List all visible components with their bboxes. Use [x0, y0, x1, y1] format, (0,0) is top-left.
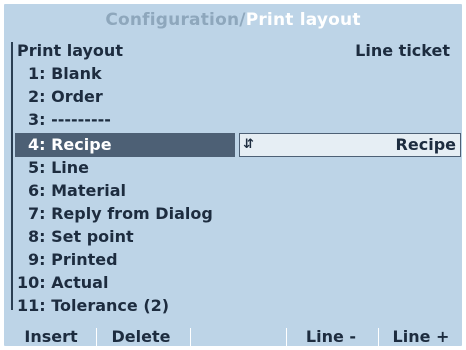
list-item-9[interactable]: 9: Printed — [17, 249, 118, 270]
device-screen: Configuration/Print layout Print layout … — [2, 2, 464, 348]
list-item-5[interactable]: 5: Line — [17, 157, 89, 178]
delete-button[interactable]: Delete — [100, 324, 182, 346]
list-scroll-indicator — [11, 42, 13, 310]
insert-button[interactable]: Insert — [16, 324, 86, 346]
list-item-7[interactable]: 7: Reply from Dialog — [17, 203, 213, 224]
softkey-divider — [190, 328, 191, 346]
list-item-1[interactable]: 1: Blank — [17, 63, 102, 84]
up-down-arrows-icon[interactable]: ⇵ — [243, 134, 254, 156]
list-header-context: Line ticket — [355, 41, 450, 60]
empty-softkey[interactable] — [194, 324, 286, 346]
list-header-title: Print layout — [17, 41, 123, 60]
page-title: Configuration/Print layout — [4, 10, 462, 30]
list-item-2[interactable]: 2: Order — [17, 86, 103, 107]
breadcrumb-configuration[interactable]: Configuration — [105, 10, 239, 30]
softkey-divider — [96, 328, 97, 346]
list-item-3[interactable]: 3: --------- — [17, 109, 111, 130]
line-plus-button[interactable]: Line + — [382, 324, 460, 346]
breadcrumb-current: Print layout — [245, 10, 361, 30]
selected-item-label[interactable]: 4: Recipe — [15, 133, 235, 157]
list-item-4-selected[interactable]: 4: Recipe ⇵ Recipe — [15, 133, 461, 157]
softkey-divider — [378, 328, 379, 346]
selected-item-value-field[interactable]: ⇵ Recipe — [239, 133, 461, 157]
list-item-6[interactable]: 6: Material — [17, 180, 126, 201]
list-item-10[interactable]: 10: Actual — [17, 272, 108, 293]
list-item-8[interactable]: 8: Set point — [17, 226, 134, 247]
softkey-divider — [286, 328, 287, 346]
line-minus-button[interactable]: Line - — [290, 324, 372, 346]
softkey-bar: Insert Delete Line - Line + — [4, 324, 462, 346]
list-item-11[interactable]: 11: Tolerance (2) — [17, 295, 169, 316]
selected-item-value: Recipe — [395, 135, 456, 154]
